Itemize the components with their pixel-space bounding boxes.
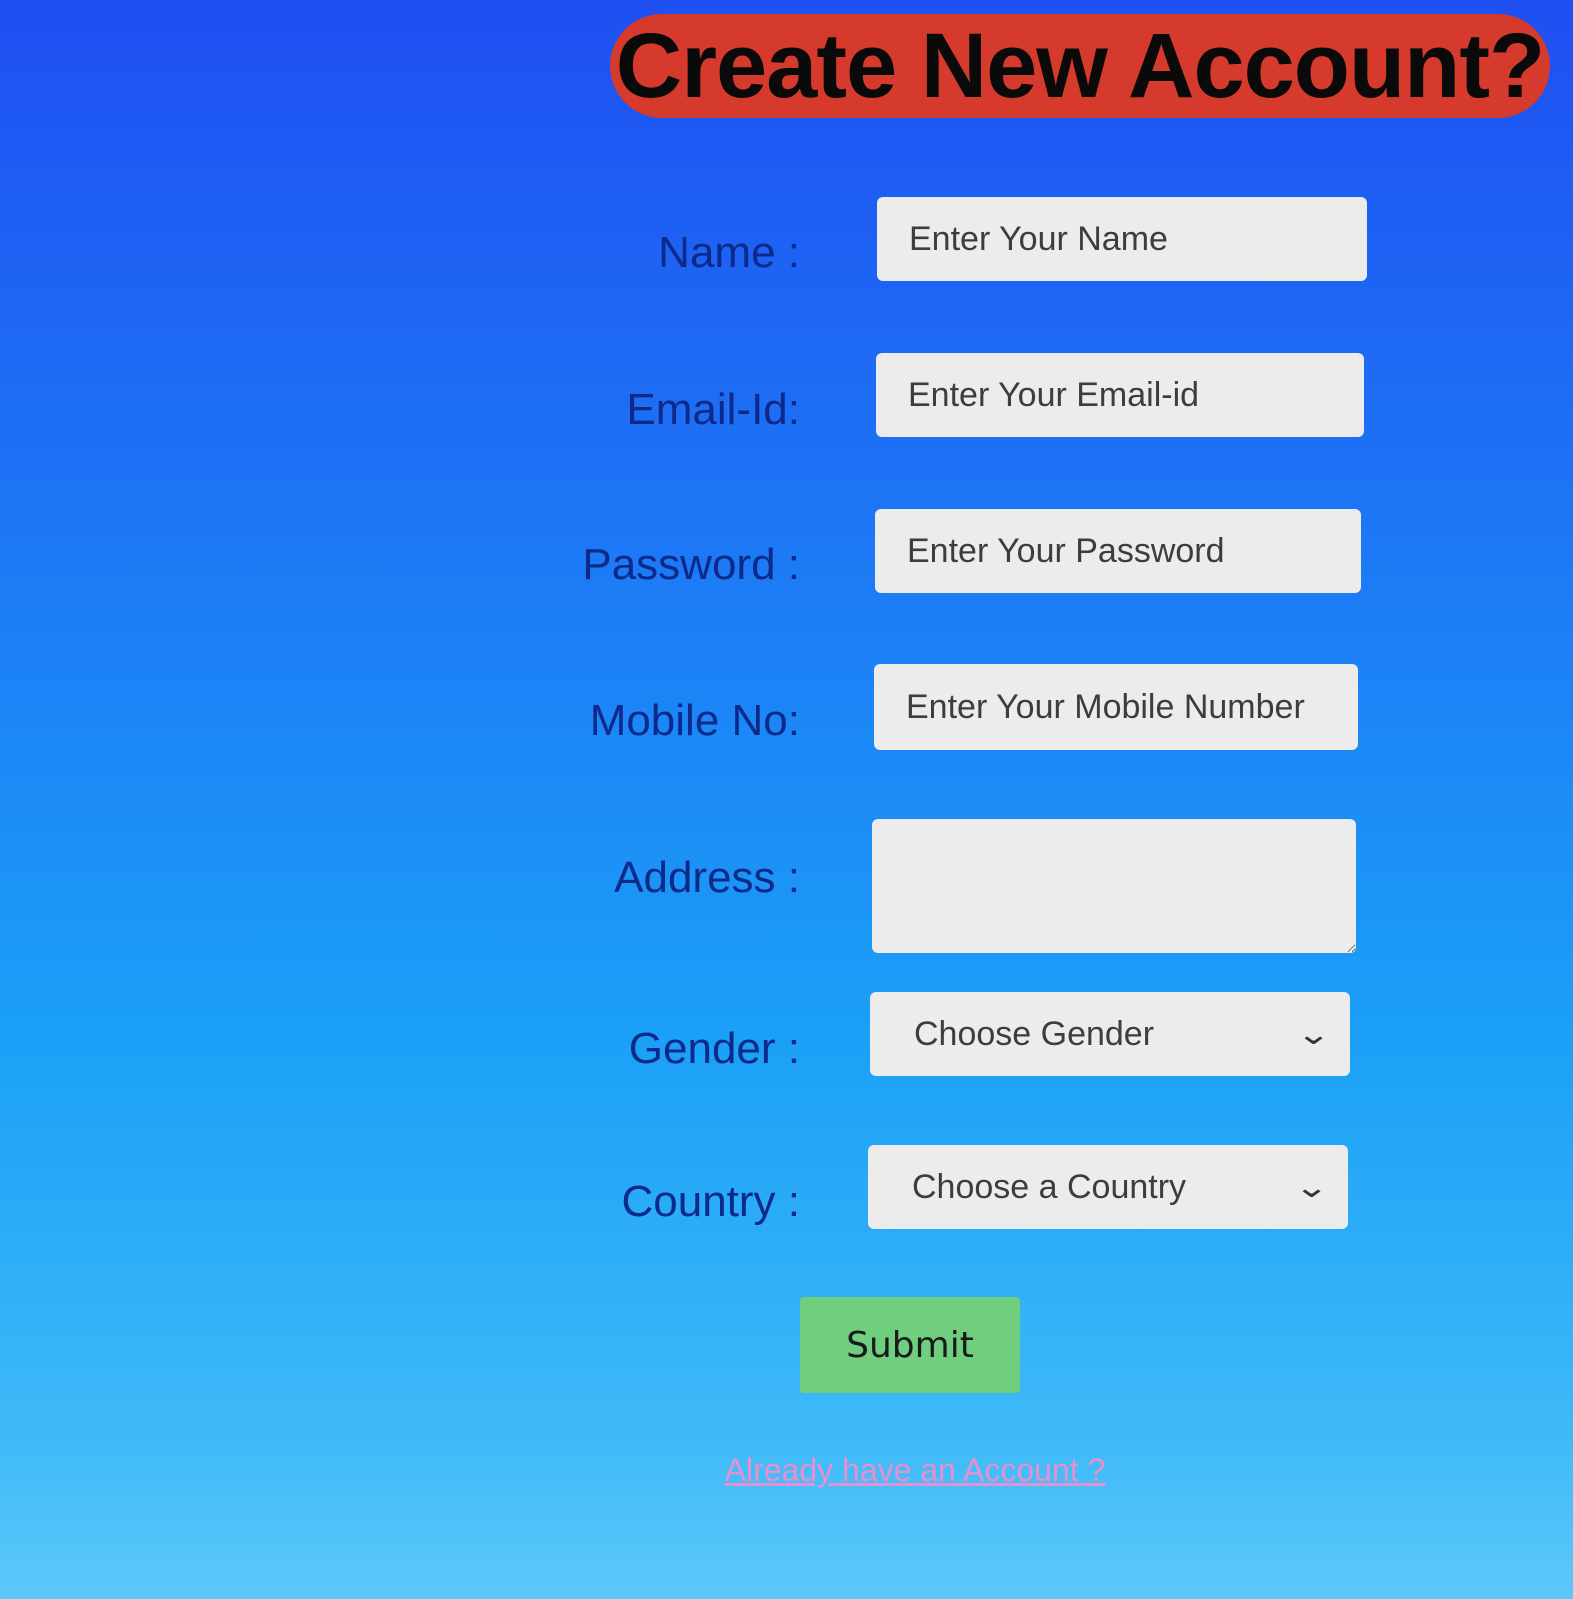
country-select[interactable]: Choose a Country ⌄ [868, 1145, 1348, 1229]
country-select-value: Choose a Country [912, 1167, 1187, 1206]
gender-label: Gender : [628, 1024, 800, 1073]
login-link[interactable]: Already have an Account ? [600, 1452, 1230, 1489]
name-input[interactable] [877, 197, 1367, 281]
email-input[interactable] [876, 353, 1364, 437]
name-label: Name : [658, 228, 800, 277]
country-label: Country : [621, 1177, 800, 1226]
chevron-down-icon: ⌄ [1293, 1170, 1330, 1204]
chevron-down-icon: ⌄ [1295, 1017, 1332, 1051]
address-textarea[interactable] [872, 819, 1356, 953]
password-label: Password : [582, 540, 800, 589]
mobile-input[interactable] [874, 664, 1358, 750]
submit-button[interactable]: Submit [800, 1297, 1020, 1393]
password-input[interactable] [875, 509, 1361, 593]
mobile-label: Mobile No: [589, 696, 800, 745]
gender-select-value: Choose Gender [914, 1014, 1155, 1053]
email-label: Email-Id: [626, 385, 800, 434]
page-title: Create New Account? [610, 14, 1550, 118]
gender-select[interactable]: Choose Gender ⌄ [870, 992, 1350, 1076]
address-label: Address : [614, 853, 800, 902]
